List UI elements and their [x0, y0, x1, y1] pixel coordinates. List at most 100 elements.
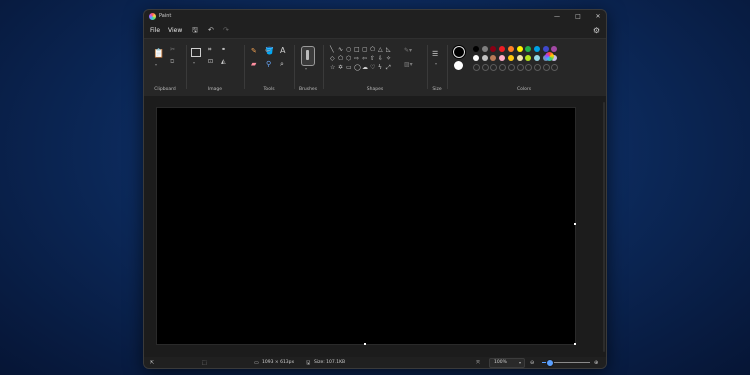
resize-handle-right[interactable]: [574, 223, 576, 225]
six-point-star-shape-icon[interactable]: ✡: [338, 65, 343, 71]
maximize-button[interactable]: □: [571, 11, 585, 22]
resize-handle-corner[interactable]: [574, 343, 576, 345]
size-dropdown-icon[interactable]: ▾: [435, 62, 437, 66]
oval-shape-icon[interactable]: ○: [346, 47, 351, 53]
zoom-level-select[interactable]: 100% ▾: [489, 358, 525, 368]
oval-callout-shape-icon[interactable]: ◯: [354, 65, 361, 71]
tools-label: Tools: [263, 87, 275, 92]
heart-shape-icon[interactable]: ♡: [370, 65, 375, 71]
four-point-star-shape-icon[interactable]: ✧: [386, 56, 391, 62]
left-arrow-shape-icon[interactable]: ⇦: [362, 56, 367, 62]
up-arrow-shape-icon[interactable]: ⇧: [370, 56, 375, 62]
color-swatch[interactable]: [525, 46, 532, 52]
polygon-shape-icon[interactable]: ⬠: [370, 47, 375, 53]
triangle-shape-icon[interactable]: △: [378, 47, 383, 53]
rounded-callout-shape-icon[interactable]: ▭: [346, 65, 352, 71]
shape-fill-icon[interactable]: ▨▾: [404, 62, 413, 68]
brushes-button[interactable]: [301, 46, 315, 66]
custom-color-slot[interactable]: [481, 64, 489, 71]
color-swatch[interactable]: [533, 46, 540, 52]
custom-color-slot[interactable]: [551, 64, 559, 71]
five-point-star-shape-icon[interactable]: ☆: [330, 65, 335, 71]
shapes-label: Shapes: [366, 87, 384, 92]
color-swatch[interactable]: [551, 46, 558, 52]
cut-icon[interactable]: ✂: [170, 47, 175, 53]
custom-color-slot[interactable]: [525, 64, 533, 71]
minimize-button[interactable]: —: [550, 11, 564, 22]
custom-color-slot[interactable]: [499, 64, 507, 71]
color-swatch[interactable]: [473, 46, 479, 52]
color-swatch[interactable]: [516, 55, 523, 61]
down-arrow-shape-icon[interactable]: ⇩: [378, 56, 383, 62]
crop-icon[interactable]: ⌗: [208, 47, 211, 53]
undo-icon[interactable]: ↶: [208, 26, 214, 34]
close-button[interactable]: ✕: [591, 11, 605, 22]
color-swatch[interactable]: [533, 55, 540, 61]
custom-color-slot[interactable]: [473, 64, 480, 71]
select-dropdown-icon[interactable]: ▾: [193, 61, 195, 65]
curve-shape-icon[interactable]: ∿: [338, 47, 343, 53]
pencil-icon[interactable]: ✎: [251, 48, 257, 55]
vertical-scrollbar[interactable]: [603, 102, 605, 352]
color-swatch[interactable]: [481, 46, 488, 52]
custom-color-slot[interactable]: [490, 64, 498, 71]
primary-color[interactable]: [453, 46, 465, 58]
pentagon-shape-icon[interactable]: ⬠: [338, 56, 343, 62]
redo-icon[interactable]: ↷: [223, 26, 229, 34]
rotate-icon[interactable]: ◭: [221, 59, 226, 65]
secondary-color[interactable]: [454, 61, 463, 70]
custom-color-slot[interactable]: [516, 64, 524, 71]
color-swatch[interactable]: [516, 46, 523, 52]
line-shape-icon[interactable]: ╲: [330, 47, 334, 53]
color-picker-icon[interactable]: ⚲: [266, 61, 271, 68]
eraser-icon[interactable]: ▰: [251, 61, 256, 68]
zoom-slider-thumb[interactable]: [546, 359, 554, 367]
colors-label: Colors: [516, 87, 532, 92]
color-swatch[interactable]: [507, 46, 514, 52]
drawing-canvas[interactable]: [156, 107, 576, 345]
color-swatch[interactable]: [490, 55, 497, 61]
custom-color-slot[interactable]: [507, 64, 515, 71]
shape-outline-icon[interactable]: ✎▾: [404, 48, 412, 54]
paste-dropdown-icon[interactable]: ▾: [155, 63, 157, 67]
zoom-in-icon[interactable]: ⊕: [594, 360, 598, 366]
diamond-shape-icon[interactable]: ◇: [330, 56, 335, 62]
select-icon[interactable]: [191, 48, 201, 57]
size-lines-icon[interactable]: ☰: [432, 51, 438, 58]
custom-color-slot[interactable]: [542, 64, 550, 71]
color-swatch[interactable]: [499, 46, 506, 52]
menu-view[interactable]: View: [168, 27, 182, 34]
magnifier-icon[interactable]: ⌕: [280, 61, 284, 68]
shapes-expand-icon[interactable]: ⤢: [386, 65, 391, 71]
color-swatch[interactable]: [507, 55, 514, 61]
hexagon-shape-icon[interactable]: ⬡: [346, 56, 351, 62]
fill-bucket-icon[interactable]: 🪣: [265, 48, 274, 55]
settings-gear-icon[interactable]: ⚙: [593, 26, 600, 35]
copy-icon[interactable]: ⧉: [170, 59, 174, 65]
custom-color-slot[interactable]: [533, 64, 541, 71]
zoom-out-icon[interactable]: ⊖: [530, 360, 534, 366]
color-swatch[interactable]: [490, 46, 497, 52]
color-swatch[interactable]: [499, 55, 506, 61]
edit-colors-icon[interactable]: [545, 52, 554, 61]
brushes-dropdown-icon[interactable]: ▾: [305, 67, 307, 71]
right-arrow-shape-icon[interactable]: ⇨: [354, 56, 359, 62]
paste-icon[interactable]: 📋: [153, 50, 164, 59]
lightning-shape-icon[interactable]: ϟ: [378, 65, 382, 71]
fit-to-window-icon[interactable]: ⤧: [476, 360, 480, 366]
rounded-rectangle-shape-icon[interactable]: ▢: [362, 47, 368, 53]
resize-icon[interactable]: ⊡: [208, 59, 213, 65]
cloud-callout-shape-icon[interactable]: ☁: [362, 65, 368, 71]
text-tool-icon[interactable]: A: [280, 47, 285, 55]
rectangle-shape-icon[interactable]: □: [354, 47, 360, 53]
tools-group: ✎ 🪣 A ▰ ⚲ ⌕ Tools: [245, 39, 293, 96]
color-swatch[interactable]: [525, 55, 532, 61]
menu-file[interactable]: File: [150, 27, 160, 34]
brushes-group: ▾ Brushes: [295, 39, 321, 96]
color-swatch[interactable]: [481, 55, 488, 61]
image-options-icon[interactable]: ⚭: [221, 47, 226, 53]
resize-handle-bottom[interactable]: [364, 343, 366, 345]
right-triangle-shape-icon[interactable]: ◺: [386, 47, 391, 53]
save-icon[interactable]: 🖫: [192, 26, 198, 37]
color-swatch[interactable]: [473, 55, 479, 61]
